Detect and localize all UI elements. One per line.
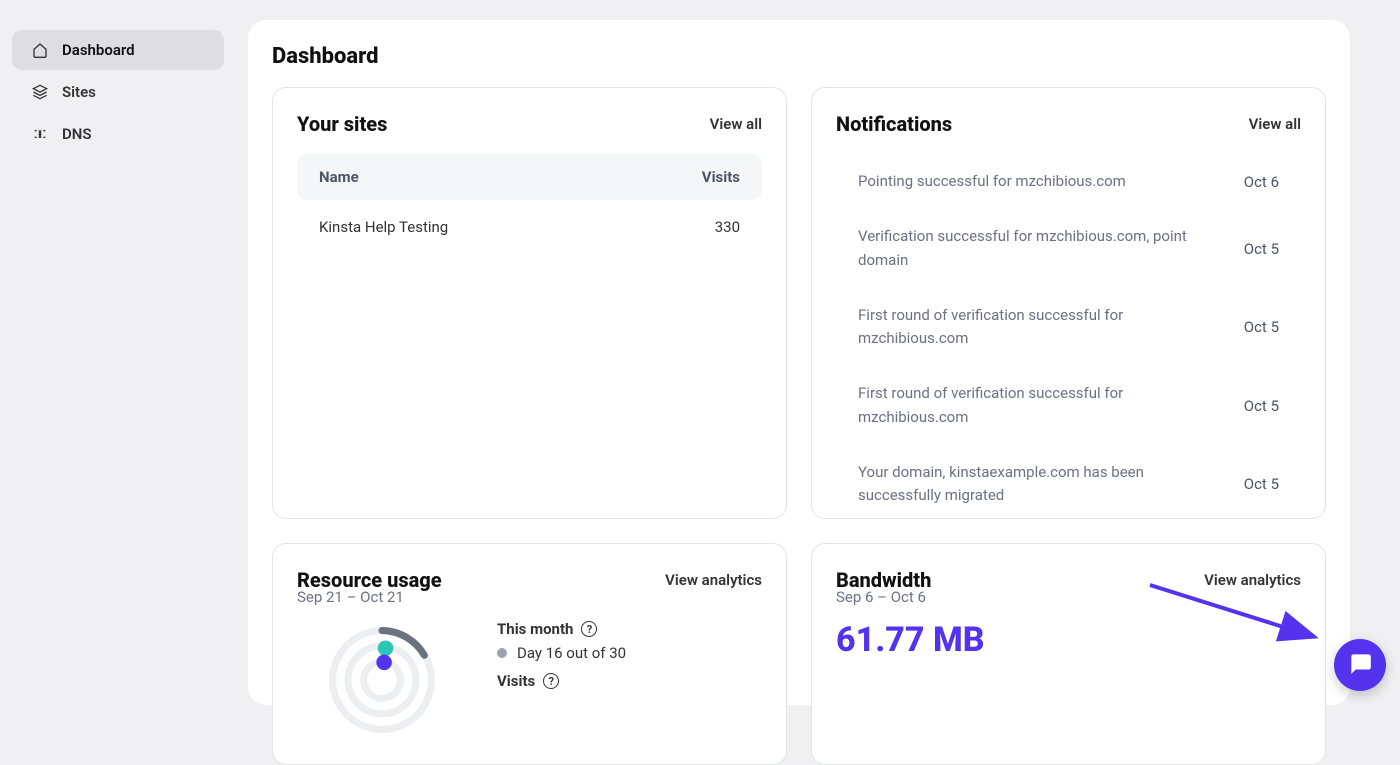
bandwidth-value: 61.77 MB [836, 620, 1301, 660]
notification-message: Verification successful for mzchibious.c… [858, 225, 1224, 272]
your-sites-card: Your sites View all Name Visits Kinsta H… [272, 87, 787, 519]
info-icon[interactable]: ? [581, 621, 597, 637]
legend-day-label: Day 16 out of 30 [517, 644, 626, 662]
layers-icon [30, 82, 50, 102]
resource-donut-chart [297, 620, 467, 740]
notifications-card: Notifications View all Pointing successf… [811, 87, 1326, 519]
notification-date: Oct 5 [1244, 475, 1279, 493]
sidebar-item-label: DNS [62, 125, 92, 143]
legend-month-label: This month [497, 620, 573, 638]
sites-table-header: Name Visits [297, 154, 762, 200]
notification-message: Pointing successful for mzchibious.com [858, 170, 1224, 193]
notification-message: Your domain, kinstaexample.com has been … [858, 461, 1224, 508]
site-row[interactable]: Kinsta Help Testing 330 [297, 200, 762, 254]
sidebar-item-label: Dashboard [62, 41, 135, 59]
sidebar: Dashboard Sites DNS [12, 30, 224, 156]
home-icon [30, 40, 50, 60]
notification-item[interactable]: Pointing successful for mzchibious.com O… [836, 154, 1301, 209]
site-visits: 330 [715, 218, 740, 236]
bandwidth-view-analytics-link[interactable]: View analytics [1204, 571, 1301, 589]
dns-icon [30, 124, 50, 144]
notification-date: Oct 6 [1244, 173, 1279, 191]
notification-date: Oct 5 [1244, 240, 1279, 258]
legend-dot-gray [497, 648, 507, 658]
resource-legend: This month ? Day 16 out of 30 Visits ? [497, 620, 626, 740]
your-sites-title: Your sites [297, 112, 387, 136]
notification-item[interactable]: Verification successful for mzchibious.c… [836, 209, 1301, 288]
resource-view-analytics-link[interactable]: View analytics [665, 571, 762, 589]
sidebar-item-sites[interactable]: Sites [12, 72, 224, 112]
notification-date: Oct 5 [1244, 397, 1279, 415]
notification-item[interactable]: First round of verification successful f… [836, 288, 1301, 367]
card-grid: Your sites View all Name Visits Kinsta H… [272, 87, 1326, 765]
chat-button[interactable] [1334, 639, 1386, 691]
notifications-view-all-link[interactable]: View all [1249, 115, 1301, 133]
sidebar-item-dns[interactable]: DNS [12, 114, 224, 154]
chat-icon [1347, 650, 1373, 680]
page-title: Dashboard [272, 44, 1326, 69]
resource-date-range: Sep 21 – Oct 21 [297, 588, 762, 606]
notification-date: Oct 5 [1244, 318, 1279, 336]
notification-item[interactable]: First round of verification successful f… [836, 366, 1301, 445]
your-sites-view-all-link[interactable]: View all [710, 115, 762, 133]
notifications-title: Notifications [836, 112, 952, 136]
main-panel: Dashboard Your sites View all Name Visit… [248, 20, 1350, 705]
sidebar-item-label: Sites [62, 83, 96, 101]
resource-usage-card: Resource usage View analytics Sep 21 – O… [272, 543, 787, 765]
notification-message: First round of verification successful f… [858, 304, 1224, 351]
notification-item[interactable]: Your domain, kinstaexample.com has been … [836, 445, 1301, 524]
sidebar-item-dashboard[interactable]: Dashboard [12, 30, 224, 70]
bandwidth-date-range: Sep 6 – Oct 6 [836, 588, 1301, 606]
legend-visits-label: Visits [497, 672, 535, 690]
info-icon[interactable]: ? [543, 673, 559, 689]
site-name: Kinsta Help Testing [319, 218, 448, 236]
bandwidth-card: Bandwidth View analytics Sep 6 – Oct 6 6… [811, 543, 1326, 765]
notification-message: First round of verification successful f… [858, 382, 1224, 429]
col-visits: Visits [702, 168, 740, 186]
col-name: Name [319, 168, 359, 186]
